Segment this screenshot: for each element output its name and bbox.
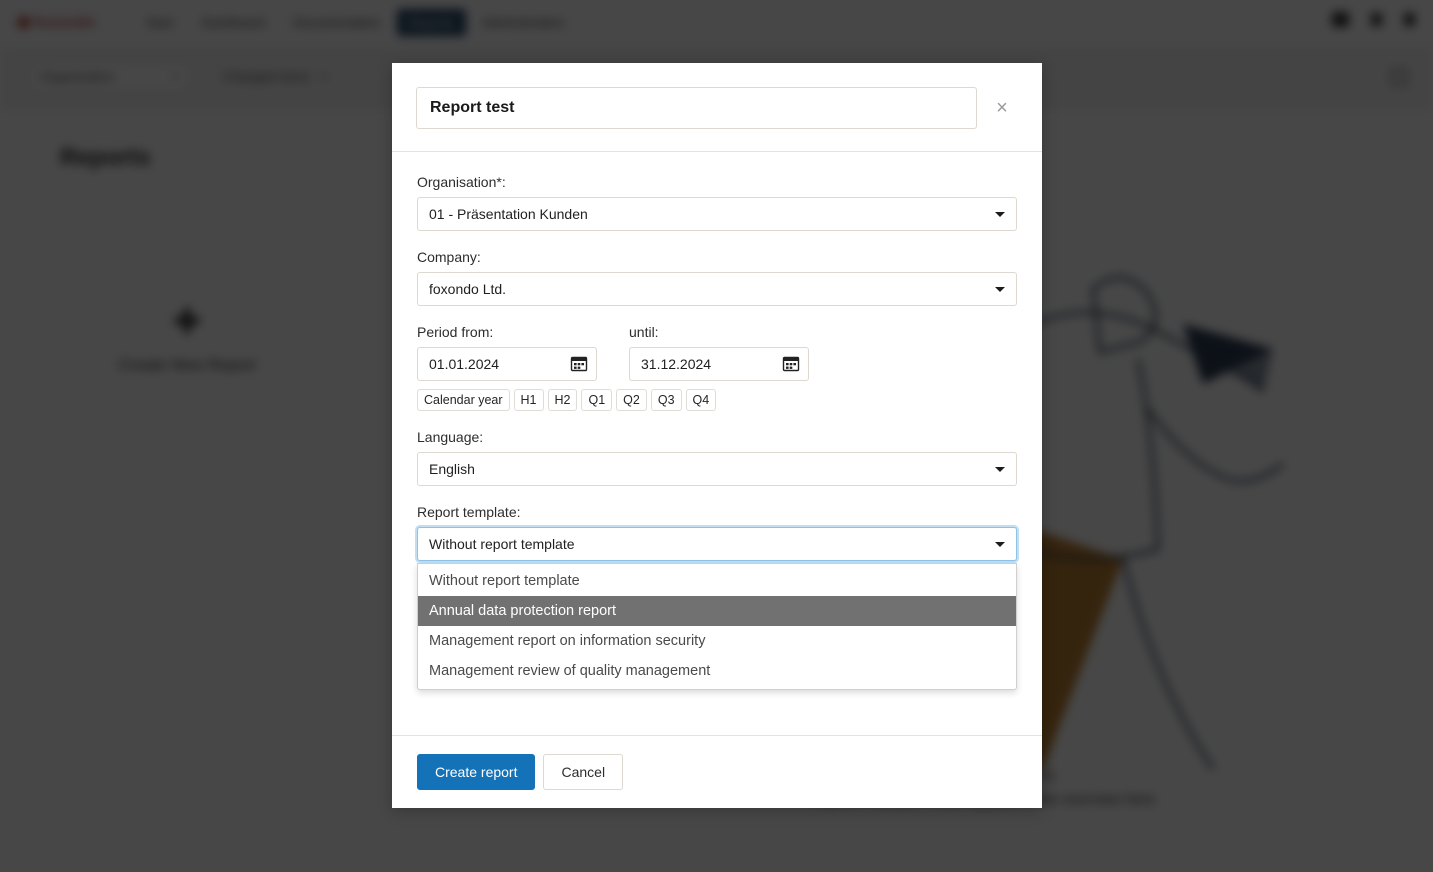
period-from-group: Period from: [417, 324, 597, 381]
period-until-label: until: [629, 324, 809, 340]
field-language: Language: English [417, 429, 1017, 486]
report-template-select[interactable]: Without report template [417, 527, 1017, 561]
period-chip-q3[interactable]: Q3 [651, 389, 682, 411]
field-report-template: Report template: Without report template… [417, 504, 1017, 561]
company-select[interactable]: foxondo Ltd. [417, 272, 1017, 306]
field-company: Company: foxondo Ltd. [417, 249, 1017, 306]
period-chip-h1[interactable]: H1 [514, 389, 544, 411]
field-period: Period from: [417, 324, 1017, 411]
report-template-option-annual-data-protection[interactable]: Annual data protection report [418, 596, 1016, 626]
organisation-label: Organisation*: [417, 174, 1017, 190]
report-template-option-without[interactable]: Without report template [418, 566, 1016, 596]
period-chip-h2[interactable]: H2 [548, 389, 578, 411]
modal-footer: Create report Cancel [392, 735, 1042, 808]
period-chip-q1[interactable]: Q1 [581, 389, 612, 411]
modal-header: × [392, 63, 1042, 152]
period-until-group: until: [629, 324, 809, 381]
period-chip-q4[interactable]: Q4 [686, 389, 717, 411]
create-report-modal: × Organisation*: 01 - Präsentation Kunde… [392, 63, 1042, 808]
period-chip-q2[interactable]: Q2 [616, 389, 647, 411]
language-label: Language: [417, 429, 1017, 445]
company-label: Company: [417, 249, 1017, 265]
calendar-icon[interactable] [782, 355, 800, 373]
period-preset-chips: Calendar year H1 H2 Q1 Q2 Q3 Q4 [417, 389, 1017, 411]
report-template-option-quality-management[interactable]: Management review of quality management [418, 656, 1016, 686]
report-template-option-information-security[interactable]: Management report on information securit… [418, 626, 1016, 656]
close-icon[interactable]: × [986, 92, 1018, 124]
field-organisation: Organisation*: 01 - Präsentation Kunden [417, 174, 1017, 231]
report-title-input[interactable] [416, 87, 977, 129]
cancel-button[interactable]: Cancel [543, 754, 623, 790]
period-chip-calendar-year[interactable]: Calendar year [417, 389, 510, 411]
organisation-select[interactable]: 01 - Präsentation Kunden [417, 197, 1017, 231]
period-from-label: Period from: [417, 324, 597, 340]
report-template-listbox: Without report template Annual data prot… [417, 563, 1017, 690]
report-template-label: Report template: [417, 504, 1017, 520]
modal-body: Organisation*: 01 - Präsentation Kunden … [392, 152, 1042, 735]
create-report-button[interactable]: Create report [417, 754, 535, 790]
calendar-icon[interactable] [570, 355, 588, 373]
language-select[interactable]: English [417, 452, 1017, 486]
